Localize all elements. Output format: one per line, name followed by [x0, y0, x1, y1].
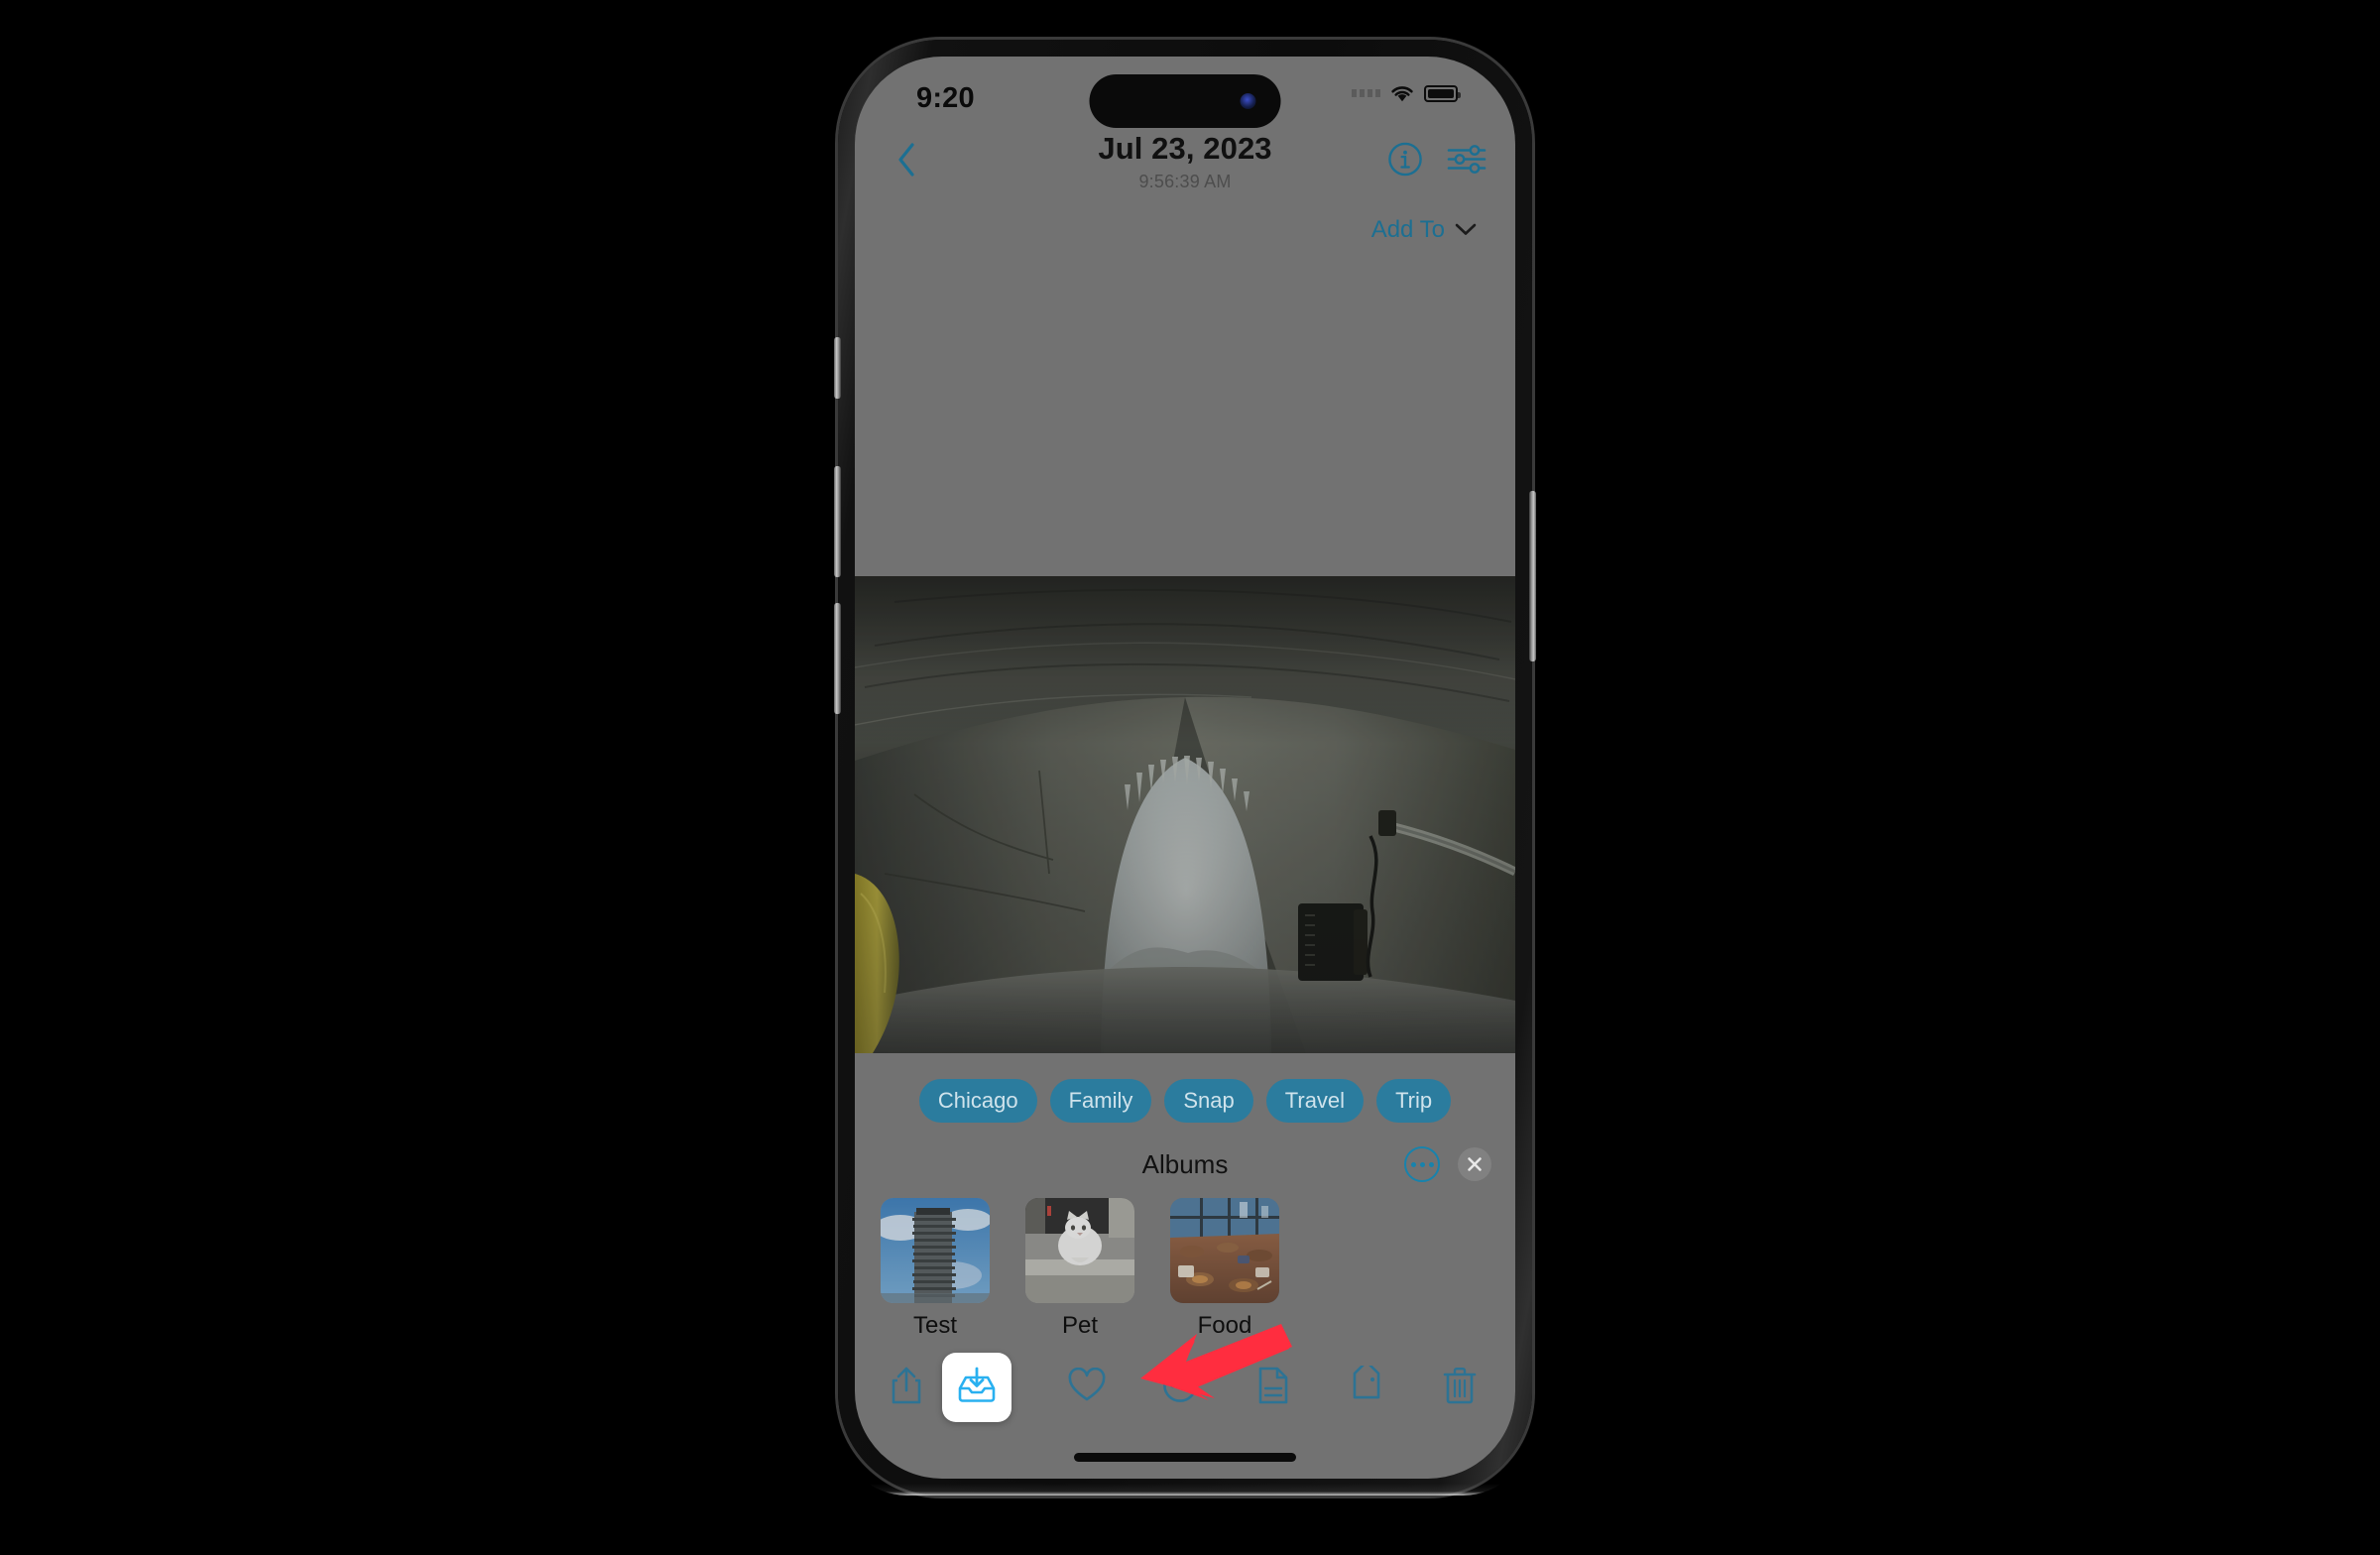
more-button[interactable] — [1154, 1362, 1206, 1413]
trash-icon — [1442, 1366, 1478, 1410]
document-icon — [1256, 1366, 1290, 1410]
status-bar-time: 9:20 — [916, 82, 975, 114]
tag-chip[interactable]: Snap — [1164, 1079, 1253, 1123]
toolbar-right-group — [1061, 1361, 1486, 1413]
add-to-label: Add To — [1370, 216, 1445, 243]
photo-date: Jul 23, 2023 — [1098, 131, 1272, 166]
volume-up-button[interactable] — [834, 466, 841, 577]
front-camera-icon — [1240, 93, 1256, 109]
album-item[interactable]: Pet — [1025, 1198, 1134, 1340]
add-to-row: Add To — [855, 201, 1515, 259]
heart-icon — [1067, 1367, 1107, 1408]
sliders-icon[interactable] — [1446, 143, 1488, 181]
favorite-button[interactable] — [1061, 1362, 1113, 1413]
notes-button[interactable] — [1248, 1362, 1299, 1413]
page-title: Jul 23, 2023 9:56:39 AM — [1098, 133, 1271, 190]
download-button[interactable] — [942, 1353, 1012, 1422]
album-label: Pet — [1061, 1312, 1099, 1339]
status-bar-indicators — [1352, 83, 1461, 103]
info-circle-icon[interactable] — [1386, 141, 1424, 183]
delete-button[interactable] — [1434, 1362, 1486, 1413]
tag-chip[interactable]: Trip — [1376, 1079, 1452, 1123]
album-item[interactable]: Food — [1170, 1198, 1279, 1340]
screenshot-stage: 9:20 Jul 23, 2023 9:56:39 AM Add To Chic… — [0, 0, 2380, 1555]
tag-chip[interactable]: Family — [1049, 1079, 1152, 1123]
album-item[interactable]: Test — [881, 1198, 990, 1340]
home-indicator-area — [855, 1435, 1515, 1479]
album-label: Food — [1197, 1312, 1252, 1339]
toolbar-left-group — [881, 1353, 1012, 1422]
share-button[interactable] — [881, 1362, 932, 1413]
tags-row: Chicago Family Snap Travel Trip — [855, 1053, 1515, 1123]
photo-time: 9:56:39 AM — [1138, 172, 1232, 191]
dining-table-thumbnail — [1170, 1198, 1279, 1303]
share-icon — [889, 1366, 924, 1410]
albums-header-actions — [1404, 1146, 1491, 1182]
albums-grid: Test Pet Food — [855, 1186, 1515, 1340]
status-bar: 9:20 — [855, 57, 1515, 128]
close-icon[interactable] — [1458, 1147, 1491, 1181]
chevron-down-icon — [1454, 216, 1478, 244]
cellular-signal-icon — [1352, 89, 1380, 97]
volume-down-button[interactable] — [834, 603, 841, 714]
dynamic-island — [1089, 74, 1281, 128]
bottom-toolbar — [855, 1340, 1515, 1435]
tray-download-icon — [956, 1365, 998, 1411]
home-indicator[interactable] — [1074, 1452, 1296, 1462]
tag-chip[interactable]: Chicago — [918, 1079, 1037, 1123]
album-label: Test — [912, 1312, 957, 1339]
navigation-header: Jul 23, 2023 9:56:39 AM — [855, 122, 1515, 201]
wifi-icon — [1389, 83, 1415, 103]
tag-chip[interactable]: Travel — [1265, 1079, 1365, 1123]
tag-button[interactable] — [1341, 1361, 1392, 1413]
albums-title: Albums — [1141, 1148, 1229, 1179]
photo-image — [855, 576, 1515, 1053]
ellipsis-circle-icon[interactable] — [1404, 1146, 1440, 1182]
albums-panel: Albums Test Pet Food — [855, 1123, 1515, 1340]
skyscraper-thumbnail — [881, 1198, 990, 1303]
navigation-actions — [1386, 141, 1488, 183]
ellipsis-circle-icon — [1161, 1367, 1199, 1409]
chevron-left-icon — [895, 142, 917, 182]
add-to-button[interactable]: Add To — [1364, 212, 1486, 248]
action-button[interactable] — [834, 337, 841, 399]
white-cat-thumbnail — [1025, 1198, 1134, 1303]
back-button[interactable] — [887, 142, 926, 181]
phone-screen: 9:20 Jul 23, 2023 9:56:39 AM Add To Chic… — [855, 57, 1515, 1479]
albums-header: Albums — [855, 1142, 1515, 1186]
battery-icon — [1424, 84, 1461, 102]
phone-device-frame: 9:20 Jul 23, 2023 9:56:39 AM Add To Chic… — [834, 40, 1536, 1495]
power-button[interactable] — [1529, 491, 1536, 661]
photo-viewer[interactable] — [855, 576, 1515, 1053]
tag-icon — [1347, 1361, 1386, 1410]
